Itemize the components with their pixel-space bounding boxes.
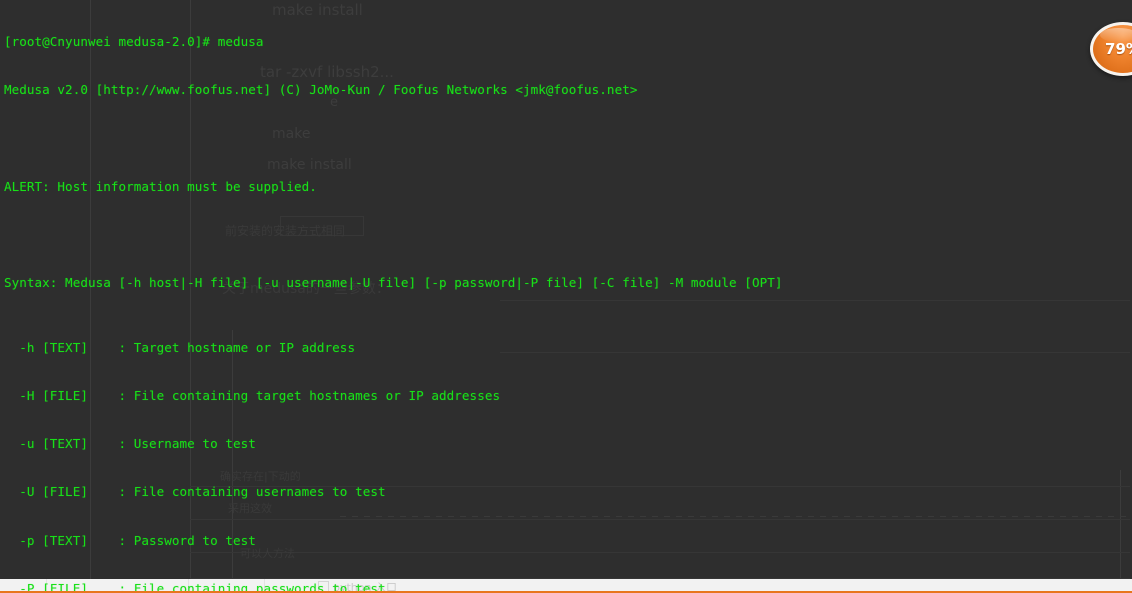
terminal-line-banner: Medusa v2.0 [http://www.foofus.net] (C) … (4, 82, 638, 98)
terminal-option-line: -p [TEXT] : Password to test (4, 532, 256, 548)
terminal-option-line: -h [TEXT] : Target hostname or IP addres… (4, 339, 356, 355)
terminal-line-alert: ALERT: Host information must be supplied… (4, 178, 317, 194)
terminal-window: make install e make make install tar -zx… (0, 0, 1132, 593)
badge-percent-label: 79% (1105, 40, 1132, 58)
ghost-vertical-line (1120, 470, 1121, 585)
terminal-output[interactable]: [root@Cnyunwei medusa-2.0]# medusa Medus… (0, 0, 782, 593)
terminal-line-syntax: Syntax: Medusa [-h host|-H file] [-u use… (4, 275, 783, 291)
terminal-option-line: -u [TEXT] : Username to test (4, 436, 256, 452)
terminal-line-prompt: [root@Cnyunwei medusa-2.0]# medusa (4, 34, 264, 50)
terminal-option-line: -U [FILE] : File containing usernames to… (4, 484, 386, 500)
progress-badge[interactable]: 79% (1090, 22, 1132, 76)
terminal-option-line: -H [FILE] : File containing target hostn… (4, 387, 501, 403)
